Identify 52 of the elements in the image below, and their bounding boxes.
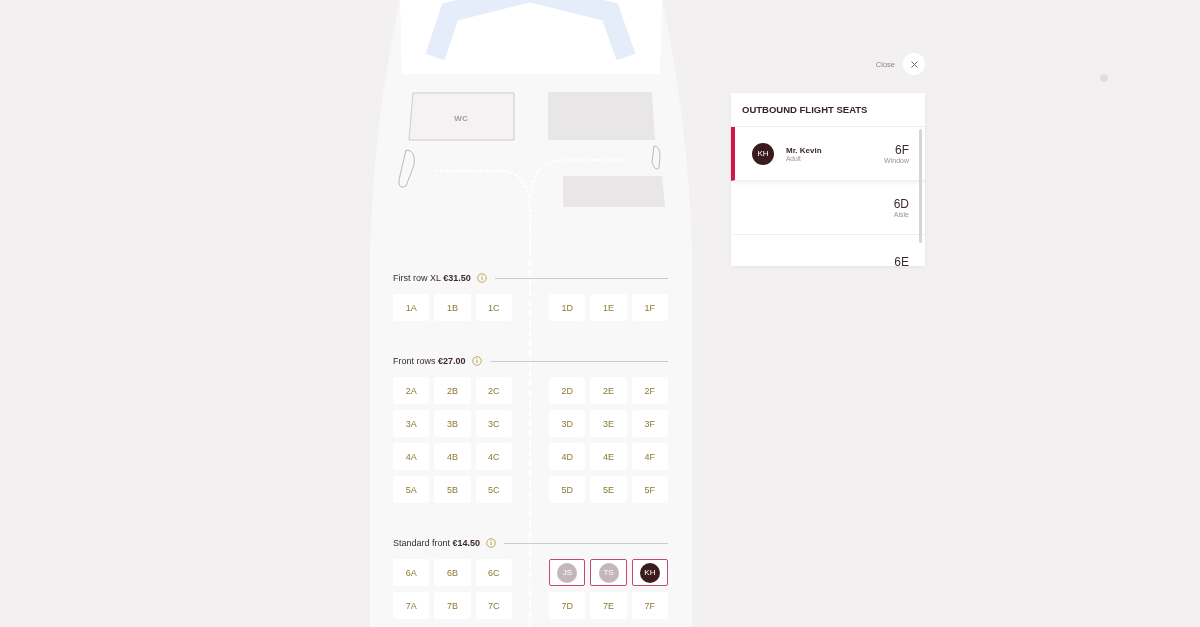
section-heading: First row XL €31.50 (393, 273, 471, 283)
section-heading: Standard front €14.50 (393, 538, 481, 548)
seat-button[interactable]: 4F (631, 443, 668, 470)
seat-button[interactable]: 2D (549, 377, 586, 404)
seat-button[interactable]: 5C (475, 476, 512, 503)
passenger-avatar: KH (639, 562, 660, 583)
seat-button[interactable]: 5D (549, 476, 586, 503)
seat-button[interactable]: 1E (590, 294, 627, 321)
seat-button[interactable]: 2C (475, 377, 512, 404)
passenger-avatar: KH (752, 142, 774, 165)
seat-button[interactable]: 7D (549, 592, 586, 619)
seat-button[interactable]: 1F (631, 294, 668, 321)
passenger-name: Mr. Kevin (786, 145, 822, 155)
seat-button[interactable]: 7F (631, 592, 668, 619)
seat-button[interactable]: 3B (434, 410, 471, 437)
seat-button[interactable]: 5A (393, 476, 430, 503)
seat-button[interactable]: 3C (475, 410, 512, 437)
seat-button[interactable]: 7B (434, 592, 471, 619)
seat-button[interactable]: 1A (393, 294, 430, 321)
panel-title: OUTBOUND FLIGHT SEATS (731, 93, 925, 127)
passenger-avatar: JS (557, 562, 578, 583)
seat-button[interactable]: 6C (475, 559, 512, 586)
seat-button[interactable]: 5E (590, 476, 627, 503)
seat-button[interactable]: 3F (631, 410, 668, 437)
seat-button[interactable]: 7C (475, 592, 512, 619)
seat-button[interactable]: 4B (434, 443, 471, 470)
seat-button[interactable]: 7A (393, 592, 430, 619)
seat-button[interactable]: 2A (393, 377, 430, 404)
seat-button[interactable]: 4C (475, 443, 512, 470)
seat-button[interactable]: 6A (393, 559, 430, 586)
seat-number: 6D (893, 197, 909, 211)
seat-button[interactable]: 2F (631, 377, 668, 404)
seat-button[interactable]: 4A (393, 443, 430, 470)
seat-button[interactable]: 3D (549, 410, 586, 437)
seat-button[interactable]: 3A (393, 410, 430, 437)
seat-number: 6E (894, 254, 909, 266)
seat-button[interactable]: 1B (434, 294, 471, 321)
seat-number: 6F (895, 143, 909, 157)
seat-button[interactable]: 3E (590, 410, 627, 437)
section-heading: Front rows €27.00 (393, 356, 466, 366)
seat-button[interactable]: 4D (549, 443, 586, 470)
seat-button[interactable]: 1C (475, 294, 512, 321)
seat-button[interactable]: 1D (549, 294, 586, 321)
seat-button[interactable]: 5F (631, 476, 668, 503)
seat-button[interactable]: 5B (434, 476, 471, 503)
wc-label: WC (454, 114, 468, 123)
seat-button[interactable]: 2B (434, 377, 471, 404)
seat-button[interactable]: 7E (590, 592, 627, 619)
seat-button[interactable]: 6B (434, 559, 471, 586)
occupied-seat[interactable]: KH (631, 559, 668, 586)
seat-button[interactable]: 2E (590, 377, 627, 404)
seat-button[interactable]: 4E (590, 443, 627, 470)
